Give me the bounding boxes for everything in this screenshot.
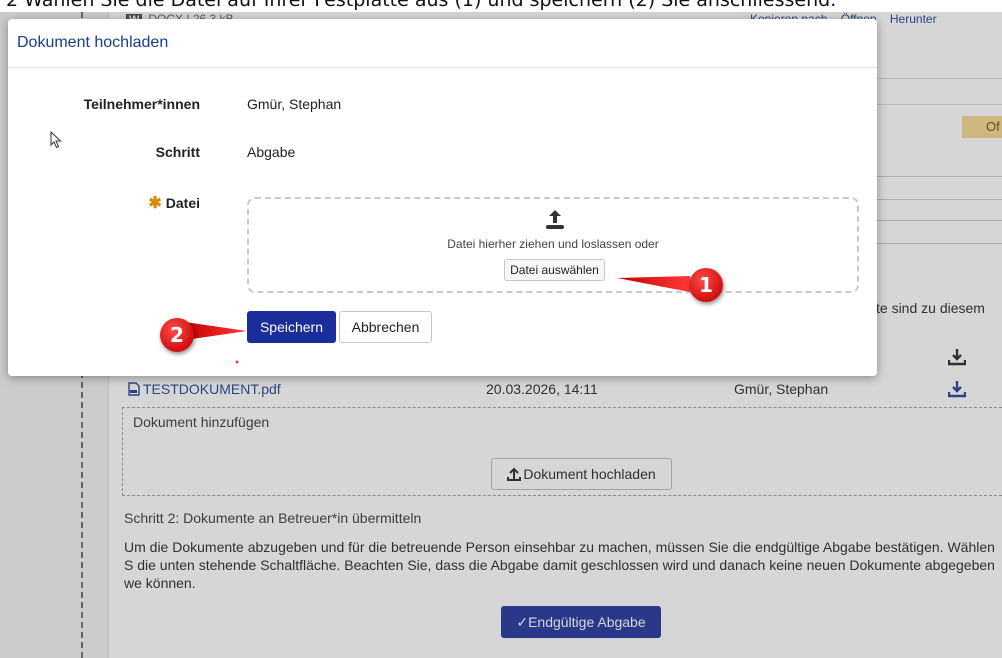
upload-dialog: Dokument hochladen Teilnehmer*innen Gmür… xyxy=(8,19,877,376)
step-value: Abgabe xyxy=(247,144,296,160)
file-label: ✱ Datei xyxy=(148,195,200,212)
dialog-header: Dokument hochladen xyxy=(8,19,877,68)
dropzone-text: Datei hierher ziehen und loslassen oder xyxy=(447,237,659,251)
callout-2: 2 xyxy=(160,318,194,352)
upload-icon xyxy=(546,210,564,229)
dialog-title: Dokument hochladen xyxy=(17,34,169,51)
file-dropzone[interactable]: Datei hierher ziehen und loslassen oder … xyxy=(247,197,859,293)
required-icon: ✱ xyxy=(148,195,162,212)
participants-label: Teilnehmer*innen xyxy=(83,96,200,112)
mouse-cursor-icon xyxy=(50,131,62,149)
callout-1: 1 xyxy=(689,268,723,302)
step-label: Schritt xyxy=(155,144,200,160)
cancel-button[interactable]: Abbrechen xyxy=(339,311,432,343)
participants-value: Gmür, Stephan xyxy=(247,96,342,112)
choose-file-button[interactable]: Datei auswählen xyxy=(504,259,605,281)
save-button[interactable]: Speichern xyxy=(247,311,336,343)
